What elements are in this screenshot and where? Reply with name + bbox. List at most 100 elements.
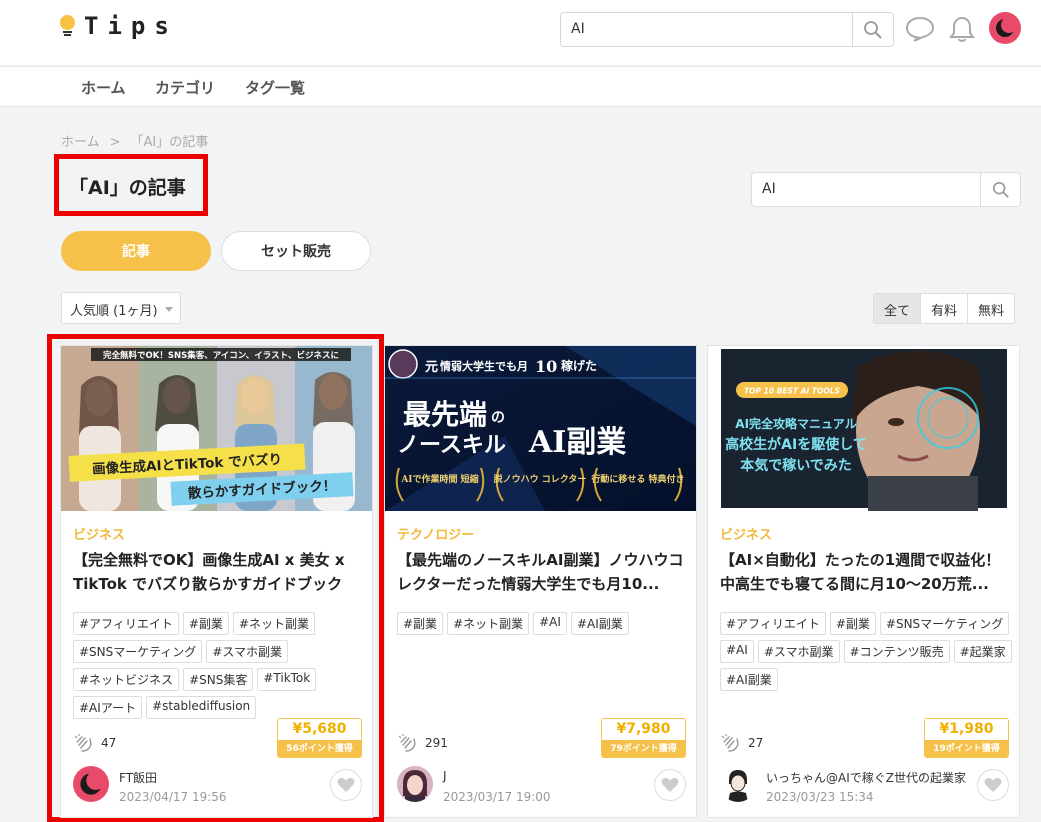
article-title[interactable]: 【最先端のノースキルAI副業】ノウハウコレクターだった情弱大学生でも月10... xyxy=(397,548,689,596)
tag-chip[interactable]: #AI副業 xyxy=(720,668,778,691)
article-card[interactable]: 元 情弱大学生でも月 10 稼げた 最先端 の ノースキル AI副業 AIで作業… xyxy=(384,345,697,818)
thumbnail-top-text: 情弱大学生でも月 xyxy=(440,359,528,373)
tag-chip[interactable]: #スマホ副業 xyxy=(757,640,840,663)
tag-chip[interactable]: #副業 xyxy=(182,612,229,635)
logo-text: Tips xyxy=(84,12,178,40)
like-button[interactable] xyxy=(330,769,362,801)
tag-chip[interactable]: #AI xyxy=(533,612,567,635)
content-search-input[interactable]: AI xyxy=(752,173,980,206)
breadcrumb: ホーム > 「AI」の記事 xyxy=(61,131,218,150)
chevron-down-icon xyxy=(165,307,173,312)
search-icon xyxy=(864,20,882,39)
article-category[interactable]: テクノロジー xyxy=(397,524,474,543)
clap-counter[interactable]: 47 xyxy=(73,733,116,753)
tab-articles[interactable]: 記事 xyxy=(61,231,211,271)
heart-icon xyxy=(337,778,355,792)
messages-button[interactable] xyxy=(905,14,935,44)
author-avatar[interactable] xyxy=(720,766,756,802)
filter-paid[interactable]: 有料 xyxy=(920,294,967,323)
thumbnail-badge-1: AIで作業時間 短縮 xyxy=(400,473,478,485)
article-category[interactable]: ビジネス xyxy=(73,524,125,543)
nav-home[interactable]: ホーム xyxy=(81,77,126,98)
like-button[interactable] xyxy=(654,769,686,801)
article-title[interactable]: 【AI×自動化】たったの1週間で収益化！中高生でも寝てる間に月10〜20万荒..… xyxy=(720,548,1012,596)
tag-chip[interactable]: #SNSマーケティング xyxy=(73,640,203,663)
clap-counter[interactable]: 291 xyxy=(397,733,448,753)
filter-all[interactable]: 全て xyxy=(874,294,921,323)
points-earned: 19ポイント獲得 xyxy=(925,740,1008,757)
article-thumbnail[interactable]: 完全無料でOK！SNS集客、アイコン、イラスト、ビジネスに 画像生成AIとTik… xyxy=(61,346,372,511)
article-tags: #副業 #ネット副業 #AI #AI副業 xyxy=(397,612,693,640)
logo[interactable]: Tips xyxy=(60,12,178,40)
article-card[interactable]: 完全無料でOK！SNS集客、アイコン、イラスト、ビジネスに 画像生成AIとTik… xyxy=(60,345,373,818)
nav-categories[interactable]: カテゴリ xyxy=(155,77,215,98)
author-name[interactable]: FT飯田 xyxy=(119,769,157,786)
thumbnail-top-suffix: 稼げた xyxy=(561,358,597,373)
content-search[interactable]: AI xyxy=(751,172,1021,207)
author-avatar[interactable] xyxy=(73,766,109,802)
author-avatar[interactable] xyxy=(397,766,433,802)
user-avatar[interactable] xyxy=(989,12,1021,44)
tag-chip[interactable]: #SNS集客 xyxy=(183,668,254,691)
article-thumbnail[interactable]: 元 情弱大学生でも月 10 稼げた 最先端 の ノースキル AI副業 AIで作業… xyxy=(385,346,696,511)
price-filter: 全て 有料 無料 xyxy=(873,293,1016,324)
tag-chip[interactable]: #アフィリエイト xyxy=(720,612,826,635)
tag-chip[interactable]: #ネット副業 xyxy=(447,612,530,635)
tag-chip[interactable]: #起業家 xyxy=(953,640,1012,663)
publish-date: 2023/03/17 19:00 xyxy=(443,790,551,804)
breadcrumb-home[interactable]: ホーム xyxy=(61,135,100,150)
notifications-button[interactable] xyxy=(947,14,977,44)
nav-tags[interactable]: タグ一覧 xyxy=(245,77,305,98)
like-button[interactable] xyxy=(977,769,1009,801)
tag-chip[interactable]: #コンテンツ販売 xyxy=(843,640,950,663)
tag-chip[interactable]: #AIアート xyxy=(73,696,143,719)
article-thumbnail[interactable]: TOP 10 BEST AI TOOLS AI完全攻略マニュアル 高校生がAIを… xyxy=(708,346,1019,511)
article-category[interactable]: ビジネス xyxy=(720,524,772,543)
tag-chip[interactable]: #AI副業 xyxy=(570,612,629,635)
top-header: Tips AI xyxy=(0,0,1041,65)
author-name[interactable]: J xyxy=(443,769,447,783)
tag-chip[interactable]: #アフィリエイト xyxy=(73,612,179,635)
portrait-icon xyxy=(720,766,756,802)
price-value: ¥7,980 xyxy=(602,719,685,740)
tag-chip[interactable]: #SNSマーケティング xyxy=(879,612,1010,635)
thumbnail-headline-3: AI副業 xyxy=(528,425,626,460)
header-search-input[interactable]: AI xyxy=(561,13,852,46)
thumbnail-headline-1: 最先端 xyxy=(403,398,487,431)
content-search-button[interactable] xyxy=(980,173,1020,206)
clap-count: 27 xyxy=(748,736,764,750)
clap-icon xyxy=(74,734,92,752)
thumbnail-top-prefix: 元 xyxy=(425,360,438,375)
tag-chip[interactable]: #副業 xyxy=(829,612,876,635)
thumbnail-badge: TOP 10 BEST AI TOOLS xyxy=(744,387,840,396)
tag-chip[interactable]: #ネットビジネス xyxy=(73,668,180,691)
thumbnail-headline-1: AI完全攻略マニュアル xyxy=(735,416,856,431)
header-search[interactable]: AI xyxy=(560,12,894,47)
moon-icon xyxy=(996,17,1016,37)
tab-set-sales[interactable]: セット販売 xyxy=(221,231,371,271)
tag-chip[interactable]: #stablediffusion xyxy=(146,696,257,719)
sort-select[interactable]: 人気順 (1ヶ月) xyxy=(61,292,181,324)
author-name[interactable]: いっちゃん@AIで稼ぐZ世代の起業家 xyxy=(766,769,966,786)
tag-chip[interactable]: #AI xyxy=(720,640,754,663)
tag-chip[interactable]: #スマホ副業 xyxy=(206,640,289,663)
chat-bubble-icon xyxy=(905,16,935,42)
tag-chip[interactable]: #副業 xyxy=(397,612,444,635)
tag-chip[interactable]: #TikTok xyxy=(257,668,317,691)
heart-icon xyxy=(661,778,679,792)
tag-chip[interactable]: #ネット副業 xyxy=(232,612,315,635)
publish-date: 2023/04/17 19:56 xyxy=(119,790,227,804)
filter-free[interactable]: 無料 xyxy=(967,294,1014,323)
article-title[interactable]: 【完全無料でOK】画像生成AI x 美女 x TikTok でバズり散らかすガイ… xyxy=(73,548,365,596)
thumbnail-headline-2: ノースキル xyxy=(397,432,506,458)
clap-counter[interactable]: 27 xyxy=(720,733,763,753)
clap-icon xyxy=(721,734,739,752)
article-card[interactable]: TOP 10 BEST AI TOOLS AI完全攻略マニュアル 高校生がAIを… xyxy=(707,345,1020,818)
thumbnail-badge-3: 行動に移せる 特典付き xyxy=(590,473,684,485)
header-search-button[interactable] xyxy=(852,13,893,46)
main-nav: ホーム カテゴリ タグ一覧 xyxy=(0,66,1041,107)
portrait-icon xyxy=(397,766,433,802)
bell-icon xyxy=(949,16,975,42)
breadcrumb-current: 「AI」の記事 xyxy=(130,135,209,150)
price-badge: ¥5,680 56ポイント獲得 xyxy=(277,718,362,758)
